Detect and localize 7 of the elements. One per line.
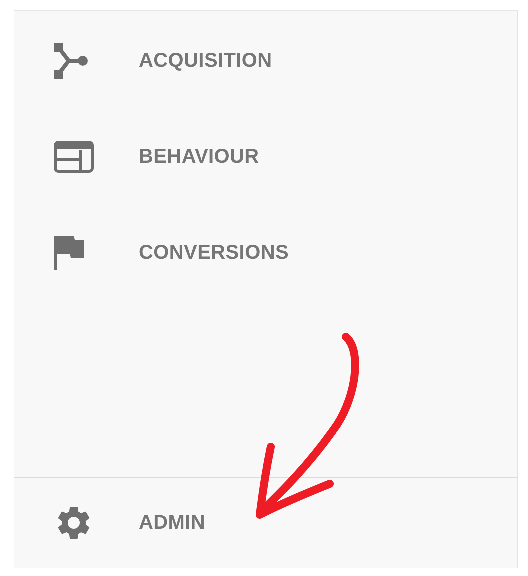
layout-icon bbox=[54, 141, 94, 173]
branch-icon bbox=[54, 43, 88, 79]
sidebar-item[interactable]: CONVERSIONS bbox=[14, 205, 517, 301]
sidebar-item[interactable]: BEHAVIOUR bbox=[14, 109, 517, 205]
flag-icon bbox=[54, 236, 86, 270]
admin-item[interactable]: ADMIN bbox=[14, 475, 206, 568]
sidebar-item[interactable]: ACQUISITION bbox=[14, 13, 517, 109]
